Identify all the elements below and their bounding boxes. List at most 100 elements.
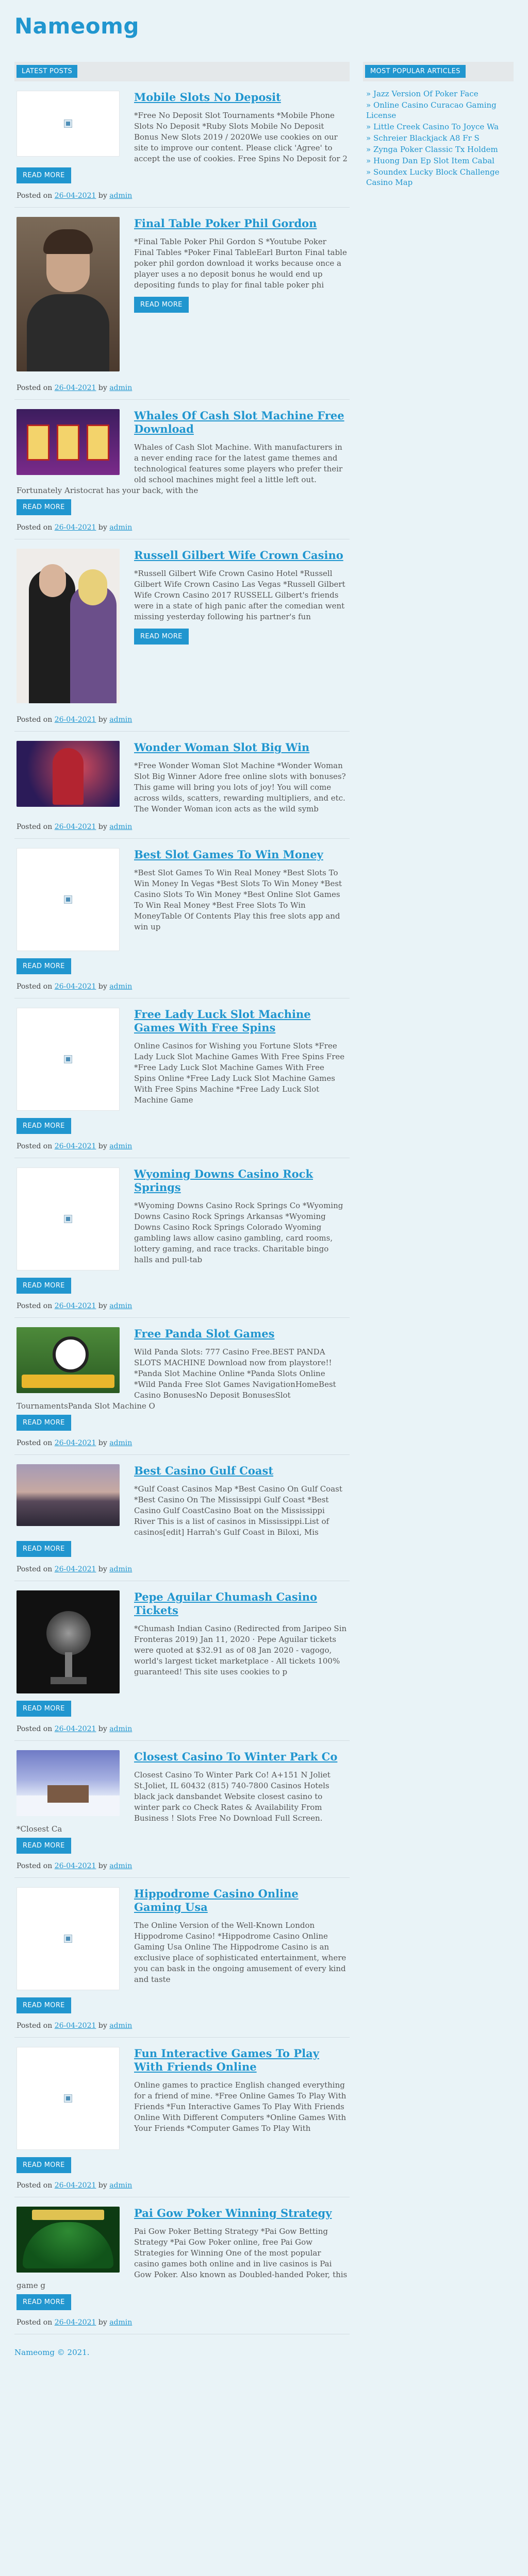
post-date-link[interactable]: 26-04-2021	[55, 716, 96, 724]
footer-copyright-link[interactable]: Nameomg © 2021.	[14, 2348, 90, 2357]
post-thumbnail[interactable]	[16, 91, 120, 157]
popular-article-link[interactable]: Online Casino Curacao Gaming License	[366, 100, 497, 120]
post-meta: Posted on 26-04-2021 by admin	[16, 2318, 133, 2327]
read-more-button[interactable]: READ MORE	[16, 2294, 71, 2310]
read-more-button[interactable]: READ MORE	[134, 297, 189, 313]
post-author-link[interactable]: admin	[109, 1862, 132, 1870]
post-date-link[interactable]: 26-04-2021	[55, 192, 96, 200]
popular-article-item: » Online Casino Curacao Gaming License	[366, 100, 497, 120]
site-footer: Nameomg © 2021.	[0, 2334, 528, 2372]
page-wrap: LATEST POSTS Mobile Slots No Deposit *Fr…	[0, 62, 528, 2334]
read-more-button[interactable]: READ MORE	[16, 958, 71, 974]
post-date-link[interactable]: 26-04-2021	[55, 2181, 96, 2190]
popular-article-link[interactable]: Schreier Blackjack A8 Fr S	[373, 133, 480, 143]
post-date-link[interactable]: 26-04-2021	[55, 1862, 96, 1870]
post-author-link[interactable]: admin	[109, 982, 132, 991]
post-date-link[interactable]: 26-04-2021	[55, 1142, 96, 1150]
read-more-button[interactable]: READ MORE	[16, 1997, 71, 2013]
post-date-link[interactable]: 26-04-2021	[55, 1725, 96, 1733]
post-date-link[interactable]: 26-04-2021	[55, 823, 96, 831]
latest-posts: LATEST POSTS Mobile Slots No Deposit *Fr…	[14, 62, 350, 2334]
popular-article-item: » Jazz Version Of Poker Face	[366, 89, 478, 98]
post-author-link[interactable]: admin	[109, 384, 132, 392]
site-title[interactable]: Nameomg	[14, 13, 139, 39]
post-author-link[interactable]: admin	[109, 1725, 132, 1733]
popular-article-link[interactable]: Zynga Poker Classic Tx Holdem	[373, 145, 498, 154]
post-item: Final Table Poker Phil Gordon *Final Tab…	[14, 208, 350, 400]
popular-article-item: » Zynga Poker Classic Tx Holdem	[366, 145, 498, 154]
read-more-button[interactable]: READ MORE	[16, 1838, 71, 1854]
read-more-button[interactable]: READ MORE	[16, 2157, 71, 2173]
post-date-link[interactable]: 26-04-2021	[55, 1302, 96, 1310]
post-author-link[interactable]: admin	[109, 2318, 132, 2327]
post-meta: Posted on 26-04-2021 by admin	[16, 982, 133, 991]
post-date-link[interactable]: 26-04-2021	[55, 982, 96, 991]
read-more-button[interactable]: READ MORE	[16, 167, 71, 183]
post-thumbnail[interactable]	[16, 1750, 120, 1816]
post-author-link[interactable]: admin	[109, 716, 132, 724]
post-thumbnail[interactable]	[16, 741, 120, 807]
post-thumbnail[interactable]	[16, 848, 120, 951]
popular-article-item: » Huong Dan Ep Slot Item Cabal	[366, 156, 494, 165]
post-author-link[interactable]: admin	[109, 2181, 132, 2190]
post-date-link[interactable]: 26-04-2021	[55, 523, 96, 532]
post-thumbnail[interactable]	[16, 409, 120, 475]
post-meta: Posted on 26-04-2021 by admin	[16, 823, 133, 831]
post-meta: Posted on 26-04-2021 by admin	[16, 1862, 133, 1870]
post-meta: Posted on 26-04-2021 by admin	[16, 2181, 133, 2190]
post-thumbnail[interactable]	[16, 2207, 120, 2273]
post-item: Free Panda Slot Games Wild Panda Slots: …	[14, 1318, 350, 1455]
post-author-link[interactable]: admin	[109, 2022, 132, 2030]
popular-article-link[interactable]: Huong Dan Ep Slot Item Cabal	[373, 156, 494, 165]
read-more-button[interactable]: READ MORE	[16, 1118, 71, 1134]
popular-articles-header: MOST POPULAR ARTICLES	[363, 62, 514, 81]
post-thumbnail[interactable]	[16, 1887, 120, 1990]
post-item: Whales Of Cash Slot Machine Free Downloa…	[14, 400, 350, 539]
post-date-link[interactable]: 26-04-2021	[55, 2318, 96, 2327]
post-date-link[interactable]: 26-04-2021	[55, 1565, 96, 1573]
read-more-button[interactable]: READ MORE	[16, 499, 71, 515]
post-date-link[interactable]: 26-04-2021	[55, 2022, 96, 2030]
post-item: Pepe Aguilar Chumash Casino Tickets *Chu…	[14, 1581, 350, 1741]
popular-article-link[interactable]: Jazz Version Of Poker Face	[373, 89, 478, 98]
read-more-button[interactable]: READ MORE	[134, 629, 189, 645]
post-author-link[interactable]: admin	[109, 1302, 132, 1310]
post-meta: Posted on 26-04-2021 by admin	[16, 716, 133, 724]
post-author-link[interactable]: admin	[109, 823, 132, 831]
post-item: Free Lady Luck Slot Machine Games With F…	[14, 998, 350, 1158]
post-item: Best Casino Gulf Coast *Gulf Coast Casin…	[14, 1455, 350, 1581]
broken-image-icon	[64, 895, 72, 904]
post-author-link[interactable]: admin	[109, 1439, 132, 1447]
post-thumbnail[interactable]	[16, 1464, 120, 1526]
broken-image-icon	[64, 1055, 72, 1063]
read-more-button[interactable]: READ MORE	[16, 1701, 71, 1717]
post-item: Mobile Slots No Deposit *Free No Deposit…	[14, 81, 350, 208]
post-meta: Posted on 26-04-2021 by admin	[16, 2022, 133, 2030]
broken-image-icon	[64, 1215, 72, 1223]
post-item: Wonder Woman Slot Big Win *Free Wonder W…	[14, 732, 350, 839]
post-thumbnail[interactable]	[16, 549, 120, 703]
post-thumbnail[interactable]	[16, 1167, 120, 1270]
read-more-button[interactable]: READ MORE	[16, 1541, 71, 1557]
post-author-link[interactable]: admin	[109, 523, 132, 532]
popular-article-link[interactable]: Little Creek Casino To Joyce Wa	[373, 122, 499, 131]
post-thumbnail[interactable]	[16, 1008, 120, 1111]
post-meta: Posted on 26-04-2021 by admin	[16, 1725, 133, 1733]
popular-article-item: » Soundex Lucky Block Challenge Casino M…	[366, 167, 500, 187]
post-thumbnail[interactable]	[16, 217, 120, 371]
post-meta: Posted on 26-04-2021 by admin	[16, 1302, 133, 1310]
post-author-link[interactable]: admin	[109, 192, 132, 200]
post-author-link[interactable]: admin	[109, 1142, 132, 1150]
post-date-link[interactable]: 26-04-2021	[55, 1439, 96, 1447]
read-more-button[interactable]: READ MORE	[16, 1278, 71, 1294]
post-author-link[interactable]: admin	[109, 1565, 132, 1573]
post-thumbnail[interactable]	[16, 2047, 120, 2150]
popular-article-link[interactable]: Soundex Lucky Block Challenge Casino Map	[366, 167, 499, 187]
post-date-link[interactable]: 26-04-2021	[55, 384, 96, 392]
broken-image-icon	[64, 120, 72, 128]
post-meta: Posted on 26-04-2021 by admin	[16, 384, 133, 392]
post-thumbnail[interactable]	[16, 1590, 120, 1693]
post-thumbnail[interactable]	[16, 1327, 120, 1393]
read-more-button[interactable]: READ MORE	[16, 1415, 71, 1431]
post-item: Wyoming Downs Casino Rock Springs *Wyomi…	[14, 1158, 350, 1318]
